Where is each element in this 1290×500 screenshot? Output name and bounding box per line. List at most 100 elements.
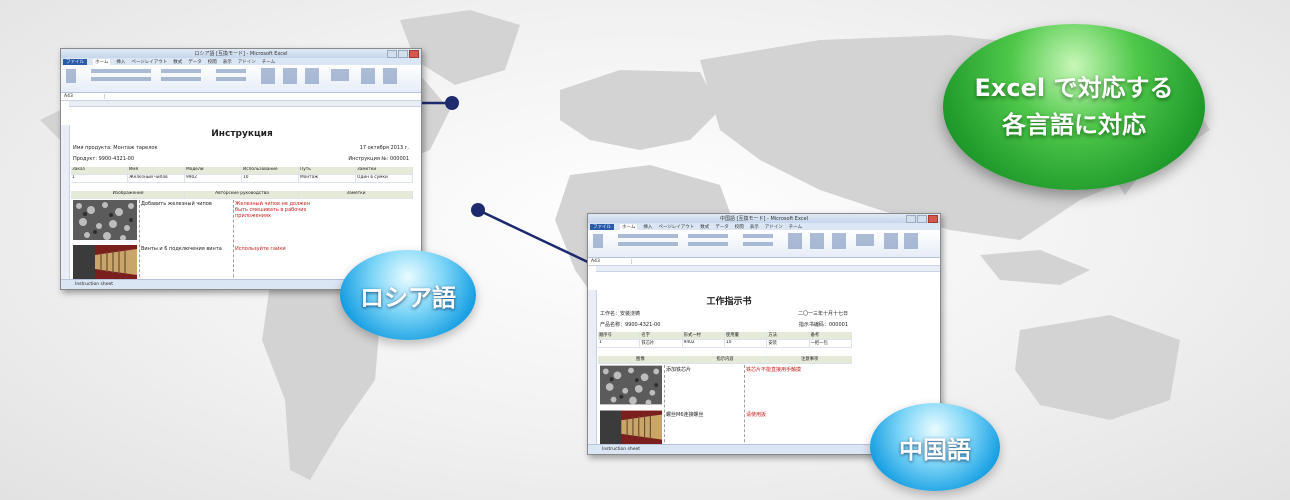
table-cell: Монтаж — [299, 175, 356, 182]
step1-text: Добавить железный чипов — [141, 201, 212, 207]
instruction-number: 指示书编码：000001 — [798, 322, 848, 328]
sheet-title: 工作指示书 — [706, 297, 752, 307]
tab-review[interactable]: 校閲 — [208, 59, 217, 65]
tab-formulas[interactable]: 数式 — [173, 59, 182, 65]
step2-note: 请使用扳 — [746, 412, 767, 418]
table-cell: Один в сумки — [356, 175, 413, 182]
maximize-button[interactable] — [917, 215, 927, 223]
tab-data[interactable]: データ — [188, 59, 202, 65]
ribbon-tabs: ファイル ホーム 挿入 ページレイアウト 数式 データ 校閲 表示 アドイン チ… — [588, 223, 940, 230]
table-cell: 1 — [598, 340, 641, 347]
sheet-tab[interactable]: Instruction sheet — [75, 282, 113, 287]
close-button[interactable] — [928, 215, 938, 223]
table-cell: 10 — [725, 340, 768, 347]
name-box[interactable]: A43 — [61, 94, 105, 99]
table-header-cell: 使用量 — [725, 332, 768, 339]
metal-chips-photo — [73, 200, 137, 240]
drill-photo — [600, 410, 662, 446]
table-cell: 9402 — [683, 340, 725, 347]
instruction-number: Инструкция №: 000001 — [348, 156, 409, 162]
australia-shape — [1015, 315, 1180, 420]
date: 二〇一三年十月十七日 — [797, 311, 848, 317]
tab-addins[interactable]: アドイン — [765, 224, 783, 230]
tab-file[interactable]: ファイル — [590, 223, 614, 230]
window-titlebar: ロシア語 [互換モード] - Microsoft Excel — [61, 49, 421, 58]
tab-home[interactable]: ホーム — [93, 58, 111, 65]
window-titlebar: 中国語 [互換モード] - Microsoft Excel — [588, 214, 940, 223]
tab-page-layout[interactable]: ページレイアウト — [658, 224, 694, 230]
table-header-cell: 名字 — [640, 332, 683, 339]
tab-data[interactable]: データ — [715, 224, 729, 230]
worksheet[interactable]: Инструкция Имя продукта: Монтаж тарелок … — [61, 125, 421, 282]
tab-formulas[interactable]: 数式 — [700, 224, 709, 230]
section-header-cell: 指示内容 — [683, 356, 768, 363]
maximize-button[interactable] — [398, 50, 408, 58]
table-cell: 10 — [242, 175, 299, 182]
ribbon-toolbar[interactable] — [61, 65, 421, 93]
excel-window-russian: ロシア語 [互換モード] - Microsoft Excel ファイル ホーム … — [60, 48, 422, 290]
headline-bubble: Excel で対応する 各言語に対応 — [943, 24, 1205, 190]
table-header-cell: Путь — [299, 167, 356, 174]
table-cell: 铁芯片 — [640, 340, 683, 347]
headline-line1: Excel で対応する — [974, 73, 1174, 102]
tab-insert[interactable]: 挿入 — [643, 224, 652, 230]
section-header-cell: Изображения — [71, 191, 185, 198]
formula-bar[interactable]: A43 — [61, 93, 421, 101]
tab-team[interactable]: チーム — [789, 224, 802, 230]
ribbon-toolbar[interactable] — [588, 230, 940, 258]
table-header-cell: Модели — [185, 167, 242, 174]
tab-view[interactable]: 表示 — [750, 224, 759, 230]
close-button[interactable] — [409, 50, 419, 58]
date: 17 октября 2013 г. — [359, 145, 409, 151]
step2-text: Винты и 6 подключения винта — [141, 246, 222, 252]
formula-bar[interactable]: A43 — [588, 258, 940, 266]
table-cell: 9902 — [185, 175, 242, 182]
tab-view[interactable]: 表示 — [223, 59, 232, 65]
sheet-title: Инструкция — [211, 129, 273, 139]
chinese-language-label: 中国語 — [899, 435, 971, 464]
table-row: 1 铁芯片 9402 10 安装 一把一包 — [598, 340, 852, 348]
table-header-cell: 方法 — [767, 332, 810, 339]
row-headers — [588, 290, 597, 445]
table-header-cell: Использование — [242, 167, 299, 174]
tab-home[interactable]: ホーム — [620, 223, 638, 230]
project-name: 工作名：安装浇铸 — [600, 311, 641, 317]
window-title: 中国語 [互換モード] - Microsoft Excel — [719, 216, 809, 222]
table-header-cell: Заметки — [356, 167, 413, 174]
column-headers — [69, 101, 421, 107]
tab-team[interactable]: チーム — [262, 59, 275, 65]
tab-addins[interactable]: アドイン — [238, 59, 256, 65]
table-header-cell: 形式一村 — [683, 332, 725, 339]
section-header-cell: 注意事项 — [767, 356, 853, 363]
table-header-row: 顺序号 名字 形式一村 使用量 方法 备考 — [598, 332, 852, 340]
cell-border — [664, 365, 665, 447]
table-header-cell: 备考 — [810, 332, 852, 339]
column-headers — [596, 266, 940, 272]
cell-border — [744, 365, 745, 447]
row-headers — [61, 125, 70, 280]
tab-insert[interactable]: 挿入 — [116, 59, 125, 65]
cell-border — [233, 200, 234, 282]
step1-note: 铁芯片不能直接用手触摸 — [746, 367, 802, 373]
tab-page-layout[interactable]: ページレイアウト — [131, 59, 167, 65]
russian-language-bubble: ロシア語 — [340, 250, 476, 340]
section-header-cell: 图像 — [598, 356, 683, 363]
minimize-button[interactable] — [906, 215, 916, 223]
metal-chips-photo — [600, 365, 662, 405]
table-header-cell: Имя — [128, 167, 185, 174]
table-header-cell: Заказ — [71, 167, 128, 174]
name-box[interactable]: A43 — [588, 259, 632, 264]
sheet-tab[interactable]: Instruction sheet — [602, 447, 640, 452]
sea-islands-shape — [980, 250, 1090, 285]
product-code: 产品名称：9900-4321-00 — [600, 322, 661, 328]
step2-note: Используйте гайки — [235, 246, 286, 252]
minimize-button[interactable] — [387, 50, 397, 58]
cell-border — [139, 200, 140, 282]
tab-file[interactable]: ファイル — [63, 58, 87, 65]
tab-review[interactable]: 校閲 — [735, 224, 744, 230]
ribbon-tabs: ファイル ホーム 挿入 ページレイアウト 数式 データ 校閲 表示 アドイン チ… — [61, 58, 421, 65]
step2-text: 螺丝M6连接螺丝 — [666, 412, 704, 418]
window-title: ロシア語 [互換モード] - Microsoft Excel — [194, 51, 288, 57]
table-cell: 一把一包 — [810, 340, 852, 347]
table-cell: Железный чипов — [128, 175, 185, 182]
